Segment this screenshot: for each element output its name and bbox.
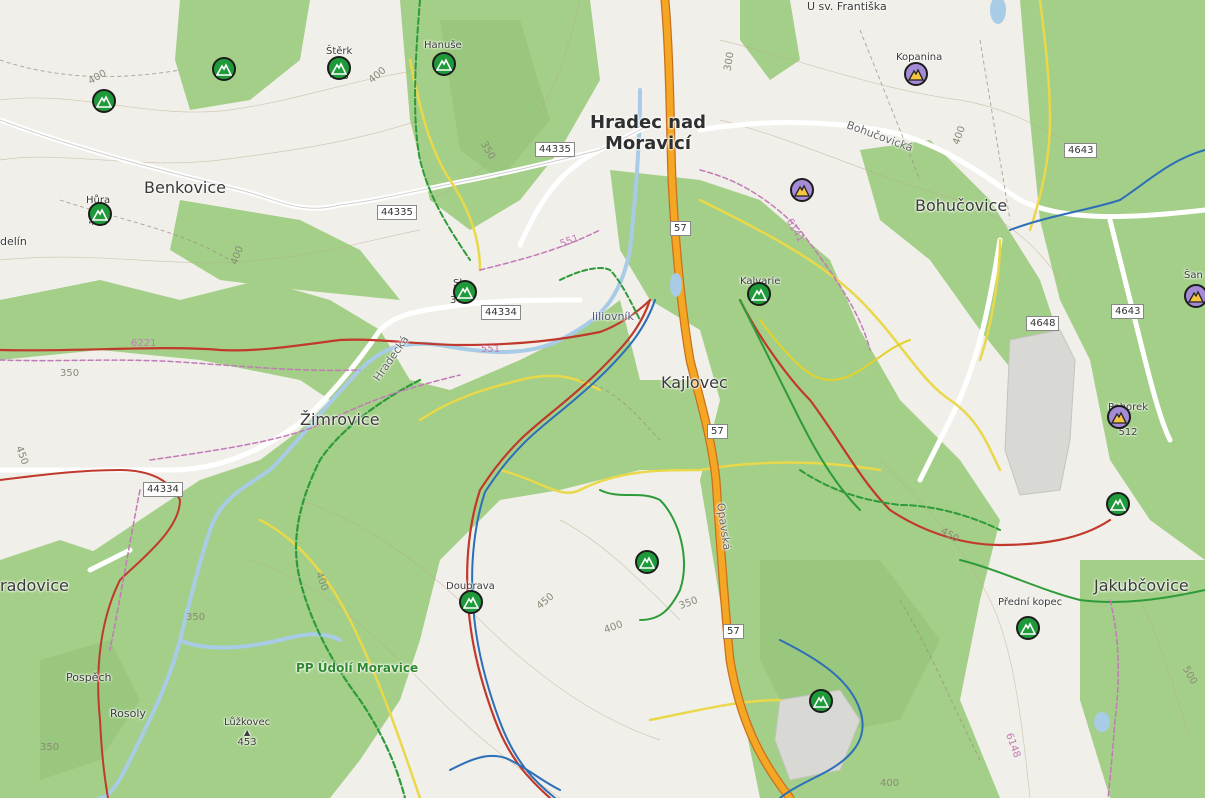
peak-name: Lůžkovec <box>224 717 271 728</box>
contour-label: 400 <box>880 778 900 789</box>
mountain-icon <box>331 62 347 75</box>
viewpoint-marker[interactable] <box>453 280 477 304</box>
town-label-jakubcovice[interactable]: Jakubčovice <box>1094 576 1189 595</box>
mountain-icon <box>1020 622 1036 635</box>
town-label-bohucovice[interactable]: Bohučovice <box>915 196 1007 215</box>
mountain-icon <box>463 596 479 609</box>
road-shield-4643: 4643 <box>1111 304 1145 319</box>
hamlet-label-pospech[interactable]: Pospěch <box>66 671 111 684</box>
map-canvas[interactable]: 400 400 350 400 350 450 350 450 400 350 … <box>0 0 1205 798</box>
trail-label: 551 <box>481 344 501 355</box>
peak-triangle-icon: ▲ <box>243 728 251 737</box>
peak-height: 512 <box>1118 427 1138 438</box>
peak-label-hanuse: Hanuše <box>424 40 462 51</box>
road-shield-4643: 4643 <box>1064 143 1098 158</box>
town-label-benkovice[interactable]: Benkovice <box>144 178 226 197</box>
town-label-zimrovice[interactable]: Žimrovice <box>300 410 380 429</box>
viewpoint-marker[interactable] <box>1106 492 1130 516</box>
viewpoint-marker[interactable] <box>327 56 351 80</box>
viewpoint-marker[interactable] <box>212 57 236 81</box>
road-shield-4648: 4648 <box>1026 316 1060 331</box>
contour-label: 350 <box>40 742 60 753</box>
hamlet-label-rosoly[interactable]: Rosoly <box>110 707 146 720</box>
viewpoint-marker[interactable] <box>432 52 456 76</box>
town-label-kajlovec[interactable]: Kajlovec <box>661 373 728 392</box>
peak-height: 453 <box>237 737 257 748</box>
mountain-icon <box>457 286 473 299</box>
hamlet-label-delin[interactable]: delín <box>0 235 27 248</box>
mountain-icon <box>813 695 829 708</box>
summit-marker[interactable] <box>904 62 928 86</box>
summit-icon <box>908 68 924 81</box>
contour-label: 350 <box>186 612 206 623</box>
peak-name: Kopanina <box>896 52 943 63</box>
viewpoint-marker[interactable] <box>635 550 659 574</box>
viewpoint-marker[interactable] <box>459 590 483 614</box>
place-label-liliovnik[interactable]: liliovník <box>592 310 634 323</box>
place-label-u-sv-frantiska[interactable]: U sv. Františka <box>807 0 887 13</box>
mountain-icon <box>639 556 655 569</box>
summit-marker[interactable] <box>790 178 814 202</box>
peak-label-luzkovec: Lůžkovec ▲ 453 <box>224 717 270 748</box>
mountain-icon <box>751 288 767 301</box>
mountain-icon <box>1110 498 1126 511</box>
summit-marker[interactable] <box>1184 284 1205 308</box>
road-shield-44335: 44335 <box>535 142 575 157</box>
peak-label-san: Šan <box>1184 270 1203 281</box>
viewpoint-marker[interactable] <box>747 282 771 306</box>
contour-label: 350 <box>60 368 80 379</box>
road-shield-57: 57 <box>670 221 691 236</box>
viewpoint-marker[interactable] <box>809 689 833 713</box>
viewpoint-marker[interactable] <box>92 89 116 113</box>
mountain-icon <box>436 58 452 71</box>
summit-marker[interactable] <box>1107 405 1131 429</box>
park-label[interactable]: PP Údolí Moravice <box>296 661 418 675</box>
peak-label-kopanina: Kopanina <box>896 52 942 63</box>
peak-name: Hanuše <box>424 40 462 51</box>
road-shield-57: 57 <box>707 424 728 439</box>
peak-name: Šan <box>1184 270 1203 281</box>
mountain-icon <box>216 63 232 76</box>
peak-label-predni-kopec: Přední kopec <box>998 597 1062 608</box>
road-shield-44334: 44334 <box>481 305 521 320</box>
peak-name: Přední kopec <box>998 597 1063 608</box>
mountain-icon <box>96 95 112 108</box>
town-label-radovice[interactable]: radovice <box>0 576 69 595</box>
viewpoint-marker[interactable] <box>1016 616 1040 640</box>
summit-icon <box>794 184 810 197</box>
viewpoint-marker[interactable] <box>88 202 112 226</box>
trail-label: 6221 <box>131 338 157 349</box>
road-shield-44335: 44335 <box>377 205 417 220</box>
summit-icon <box>1188 290 1204 303</box>
road-shield-44334: 44334 <box>143 482 183 497</box>
city-label-hradec[interactable]: Hradec nad Moravicí <box>588 112 708 154</box>
road-shield-57: 57 <box>723 624 744 639</box>
mountain-icon <box>92 208 108 221</box>
summit-icon <box>1111 411 1127 424</box>
